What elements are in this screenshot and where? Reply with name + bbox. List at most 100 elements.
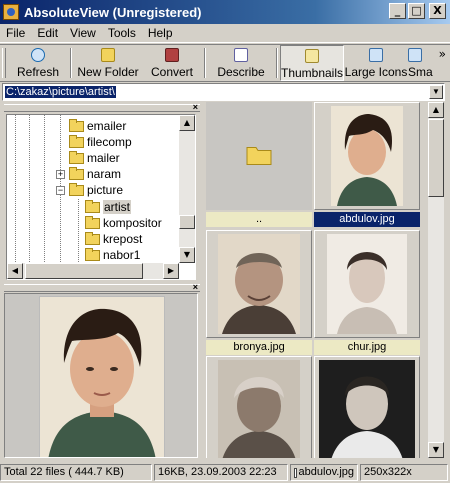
preview-panel-header[interactable]: × xyxy=(4,282,200,292)
folder-icon xyxy=(69,166,84,180)
menu-view[interactable]: View xyxy=(64,26,102,40)
tree-guide xyxy=(78,199,79,265)
close-icon[interactable]: × xyxy=(193,282,198,292)
thumbnails-icon xyxy=(305,49,319,63)
scroll-down-icon[interactable]: ▼ xyxy=(428,442,444,458)
new-folder-button[interactable]: New Folder xyxy=(74,45,142,81)
tree-item-filecomp[interactable]: filecomp xyxy=(69,134,132,150)
menu-file[interactable]: File xyxy=(0,26,31,40)
thumbnail-image xyxy=(218,360,300,458)
large-icons-icon xyxy=(369,48,383,62)
small-icons-icon xyxy=(408,48,422,62)
open-folder-icon xyxy=(85,199,100,213)
close-button[interactable]: X xyxy=(429,3,446,19)
collapse-icon[interactable]: − xyxy=(56,186,65,195)
tree-item-kompositor[interactable]: kompositor xyxy=(85,215,162,231)
window-controls: _ □ X xyxy=(389,3,446,19)
thumbnail-label: chur.jpg xyxy=(314,340,420,355)
scroll-down-icon[interactable]: ▼ xyxy=(179,247,195,263)
large-icons-label: Large Icons xyxy=(344,65,408,79)
expand-icon[interactable]: + xyxy=(56,170,65,179)
folder-icon xyxy=(85,215,100,229)
maximize-button[interactable]: □ xyxy=(408,3,425,19)
thumbnail-vertical-scrollbar[interactable]: ▲ ▼ xyxy=(428,102,444,458)
scroll-up-icon[interactable]: ▲ xyxy=(428,102,444,118)
small-icons-button[interactable]: Sma xyxy=(408,45,434,81)
tree-item-artist[interactable]: artist xyxy=(85,199,132,215)
toolbar-overflow-button[interactable]: » xyxy=(439,47,446,61)
folder-icon xyxy=(69,150,84,164)
toolbar-grip[interactable] xyxy=(2,48,6,78)
chevron-down-icon[interactable]: ▼ xyxy=(429,85,443,99)
thumbnail-image xyxy=(218,234,300,334)
status-file-info: 16KB, 23.09.2003 22:23 xyxy=(154,464,288,481)
tree-item-nabor1[interactable]: nabor1 xyxy=(85,247,140,263)
path-combobox[interactable]: C:\zakaz\picture\artist\ ▼ xyxy=(2,83,445,101)
tree-vertical-scrollbar[interactable]: ▲ ▼ xyxy=(179,115,195,263)
tree-guide xyxy=(44,115,45,265)
toolbar-separator xyxy=(70,48,72,78)
folder-icon xyxy=(85,247,100,261)
folder-icon xyxy=(69,134,84,148)
scroll-left-icon[interactable]: ◀ xyxy=(7,263,23,279)
thumbnail-label: abdulov.jpg xyxy=(314,212,420,227)
file-icon xyxy=(294,467,297,478)
thumbnail-grid[interactable]: .. abdulov.jpg bronya.jpg chur.jpg xyxy=(204,102,426,458)
folder-icon xyxy=(69,118,84,132)
describe-icon xyxy=(234,48,248,62)
minimize-button[interactable]: _ xyxy=(389,3,406,19)
menu-bar: File Edit View Tools Help xyxy=(0,24,450,43)
scroll-up-icon[interactable]: ▲ xyxy=(179,115,195,131)
scroll-thumb[interactable] xyxy=(428,119,444,197)
convert-label: Convert xyxy=(150,65,194,79)
close-icon[interactable]: × xyxy=(193,102,198,112)
convert-icon xyxy=(165,48,179,62)
thumbnail-frame xyxy=(206,356,312,458)
status-filename-text: abdulov.jpg xyxy=(298,466,354,478)
path-value[interactable]: C:\zakaz\picture\artist\ xyxy=(5,86,116,98)
thumbnail-image xyxy=(331,106,403,206)
tree-item-emailer[interactable]: emailer xyxy=(69,118,126,134)
title-bar[interactable]: AbsoluteView (Unregistered) _ □ X xyxy=(0,0,450,24)
describe-button[interactable]: Describe xyxy=(208,45,274,81)
status-bar: Total 22 files ( 444.7 KB) 16KB, 23.09.2… xyxy=(0,462,450,483)
scroll-thumb[interactable] xyxy=(25,263,143,279)
folder-icon xyxy=(69,182,84,196)
thumbnails-button[interactable]: Thumbnails xyxy=(280,45,344,81)
app-icon xyxy=(3,4,19,20)
scroll-right-icon[interactable]: ▶ xyxy=(163,263,179,279)
thumbnail-label: bronya.jpg xyxy=(206,340,312,355)
refresh-button[interactable]: Refresh xyxy=(8,45,68,81)
image-preview xyxy=(4,293,198,458)
thumbnail-frame xyxy=(314,356,420,458)
thumbnail-image xyxy=(319,360,415,458)
path-bar: C:\zakaz\picture\artist\ ▼ xyxy=(0,82,450,102)
toolbar-separator xyxy=(204,48,206,78)
tree-item-krepost[interactable]: krepost xyxy=(85,231,142,247)
tree-item-naram[interactable]: naram xyxy=(69,166,121,182)
menu-tools[interactable]: Tools xyxy=(102,26,142,40)
toolbar-separator xyxy=(276,48,278,78)
tree-item-mailer[interactable]: mailer xyxy=(69,150,120,166)
folder-tree[interactable]: emailer filecomp mailer + naram − pictur… xyxy=(6,114,196,280)
tree-guide xyxy=(29,115,30,265)
thumbnail-image xyxy=(327,234,407,334)
tree-panel-header[interactable]: × xyxy=(4,102,200,112)
thumbnail-frame xyxy=(314,102,420,210)
thumbnail-frame xyxy=(314,230,420,338)
folder-icon xyxy=(85,231,100,245)
large-icons-button[interactable]: Large Icons xyxy=(344,45,408,81)
scroll-thumb[interactable] xyxy=(179,215,195,229)
status-dimensions: 250x322x xyxy=(360,464,448,481)
thumbnail-label: .. xyxy=(206,212,312,227)
tree-horizontal-scrollbar[interactable]: ◀ ▶ xyxy=(7,263,179,279)
convert-button[interactable]: Convert xyxy=(142,45,202,81)
menu-edit[interactable]: Edit xyxy=(31,26,64,40)
refresh-label: Refresh xyxy=(16,65,60,79)
window-title: AbsoluteView (Unregistered) xyxy=(24,4,202,20)
thumbnails-label: Thumbnails xyxy=(280,66,344,80)
toolbar: Refresh New Folder Convert Describe Thum… xyxy=(0,44,450,82)
preview-portrait-image xyxy=(39,296,165,457)
tree-item-picture[interactable]: picture xyxy=(69,182,123,198)
menu-help[interactable]: Help xyxy=(142,26,179,40)
